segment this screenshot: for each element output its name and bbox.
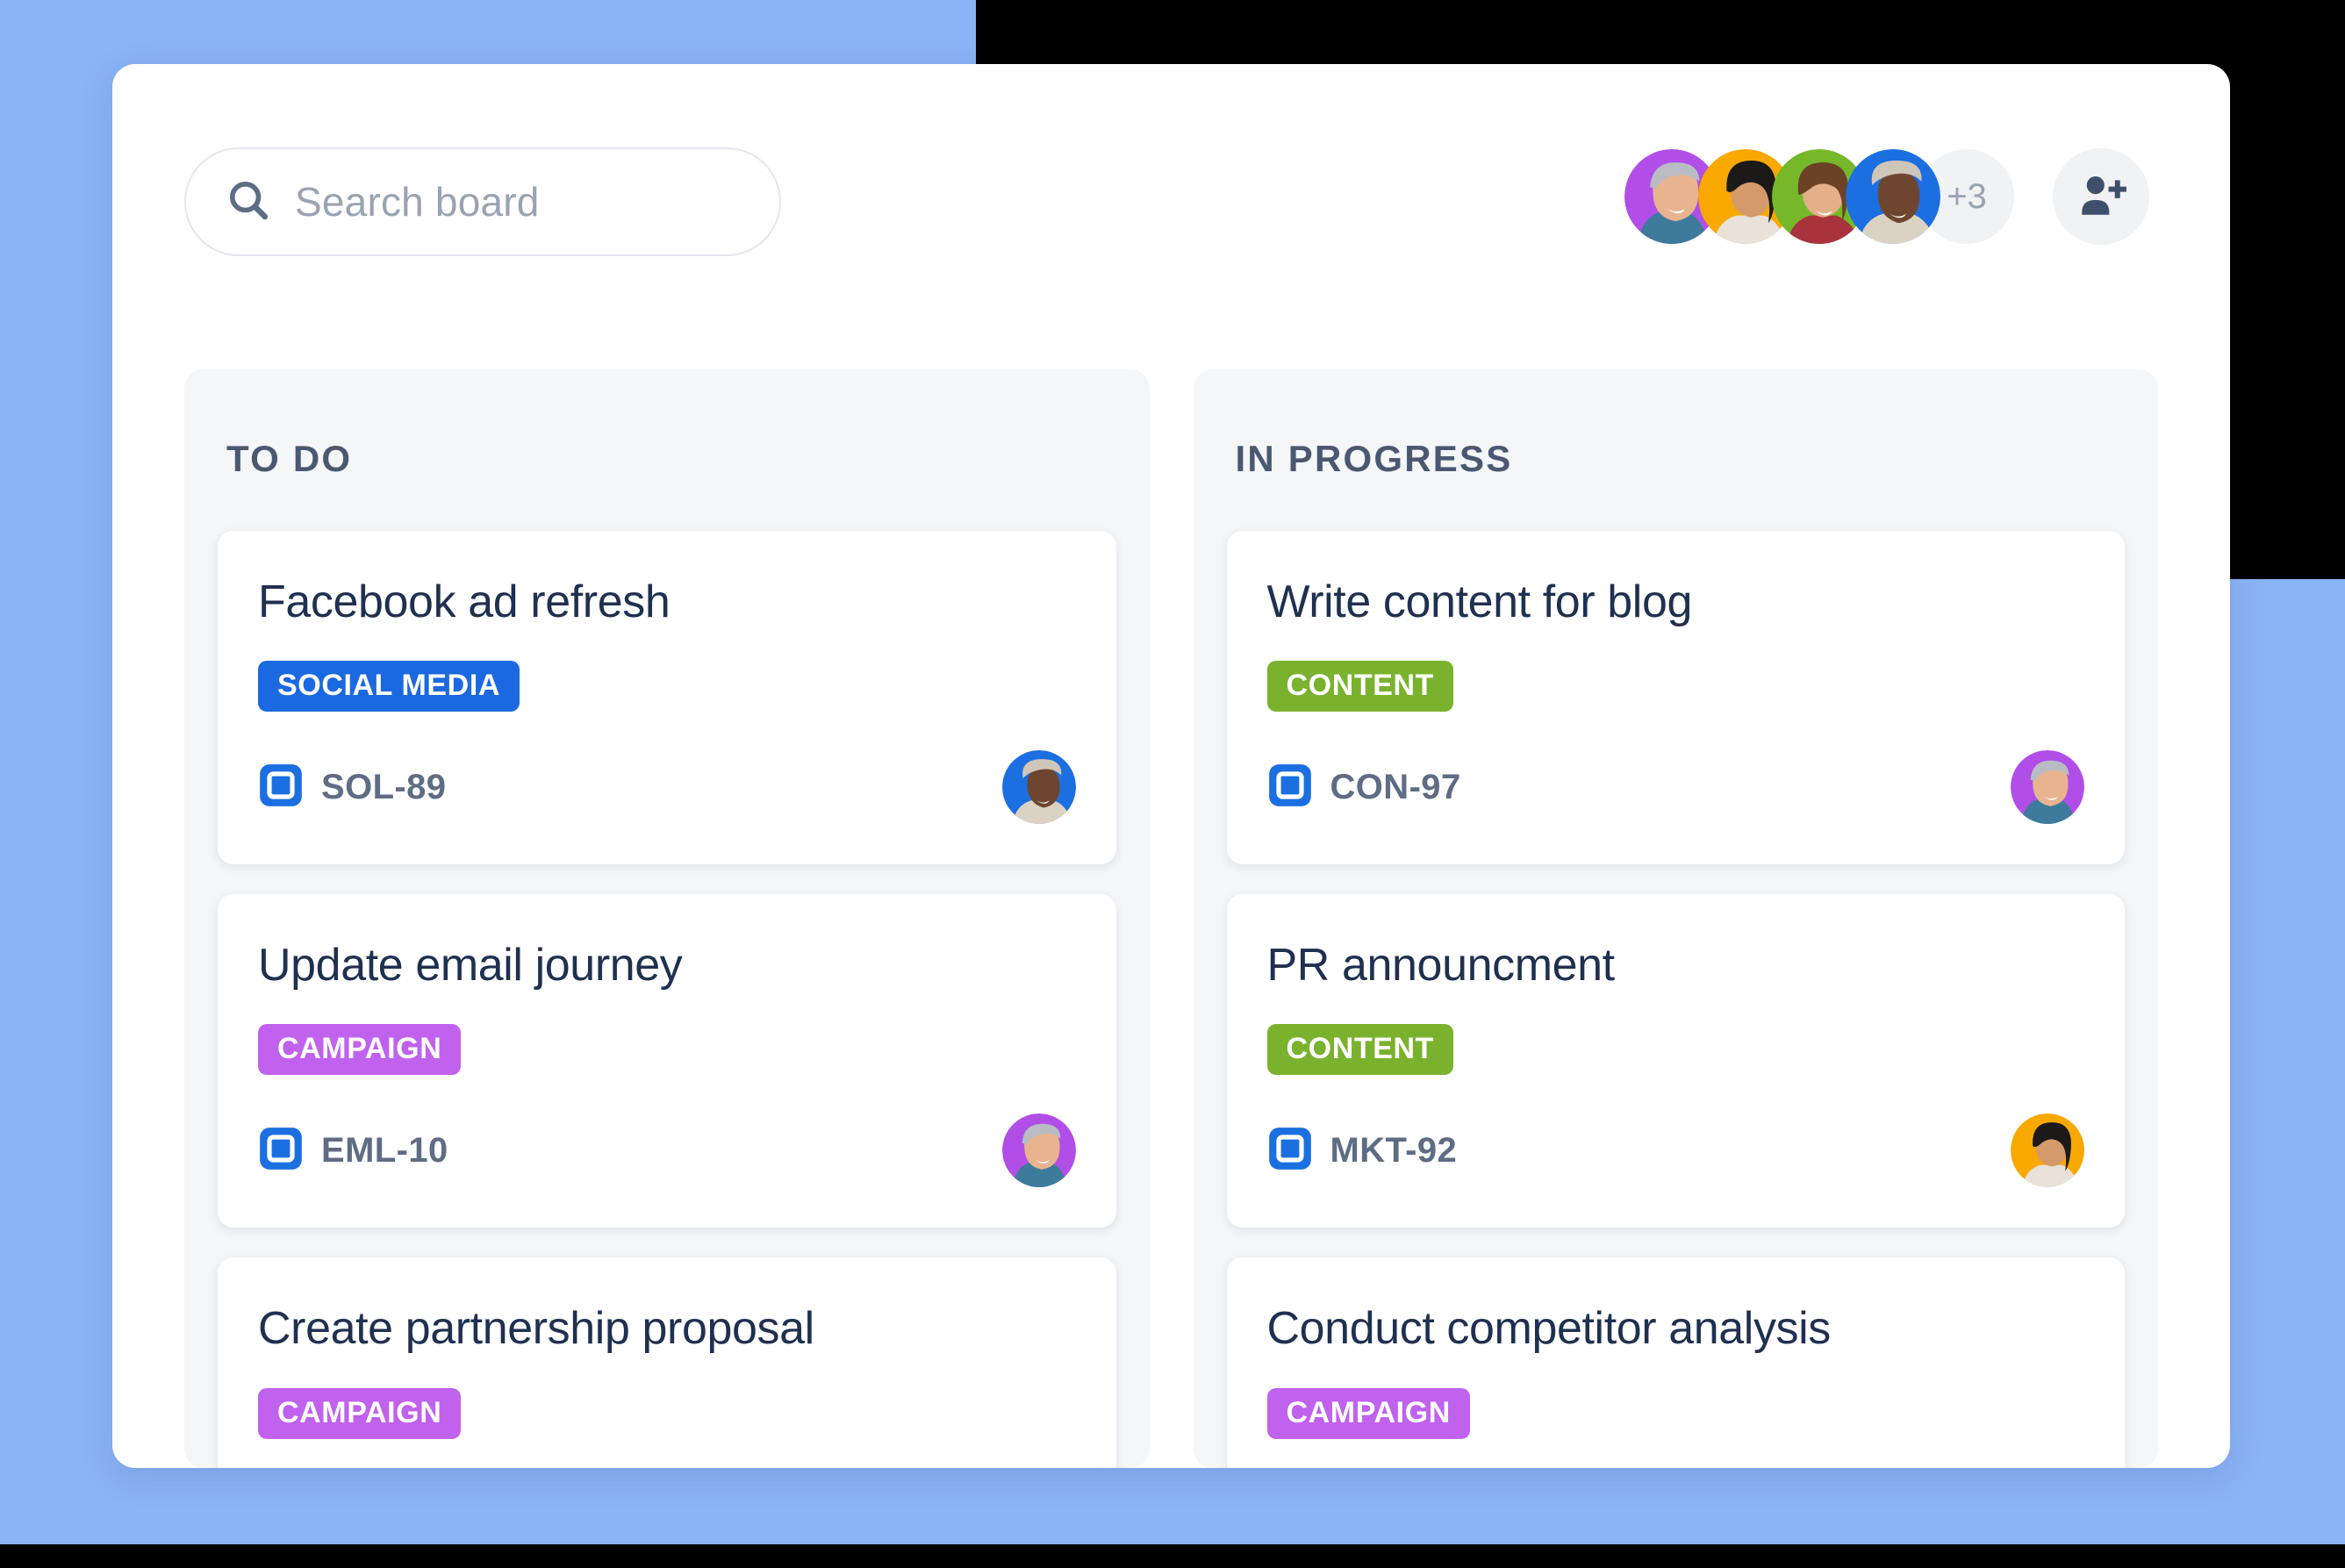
card-label-badge: CAMPAIGN [258,1387,462,1439]
column-title-in-progress: IN PROGRESS [1235,438,1513,479]
board-app-panel: Search board +3 TO DO Facebook ad refres… [112,64,2230,1468]
add-member-button[interactable] [2053,148,2149,245]
task-card[interactable]: PR announcment CONTENT MKT-92 [1226,894,2125,1228]
task-card[interactable]: Facebook ad refresh SOCIAL MEDIA SOL-89 [218,531,1116,865]
member-avatar-4[interactable] [1846,149,1940,244]
board-toolbar: Search board +3 [112,64,2230,292]
card-avatar-eml-10[interactable] [1001,1113,1076,1188]
card-avatar-mkt-92[interactable] [2011,1113,2084,1188]
card-avatar-con-97[interactable] [2011,750,2084,825]
card-label-badge: CONTENT [1266,1024,1454,1076]
card-title: Update email journey [258,940,683,992]
card-title: Write content for blog [1266,576,1693,627]
card-title: Facebook ad refresh [258,576,671,627]
task-card[interactable]: Update email journey CAMPAIGN EML-10 [218,894,1116,1228]
task-card[interactable]: Conduct competitor analysis CAMPAIGN [1226,1257,2125,1468]
card-meta: MKT-92 [1267,1126,1458,1176]
card-label-badge: CONTENT [1266,661,1454,712]
task-card[interactable]: Write content for blog CONTENT CON-97 [1226,531,2125,865]
search-board-input[interactable]: Search board [184,147,781,256]
card-footer: SOL-89 [258,750,1076,825]
issue-key: SOL-89 [321,767,447,806]
card-footer: CON-97 [1267,750,2084,825]
task-icon [1267,1126,1313,1176]
card-footer: EML-10 [258,1113,1076,1188]
card-footer: MKT-92 [1267,1113,2084,1188]
task-icon [1267,763,1313,813]
card-meta: SOL-89 [258,763,446,813]
board-members: +3 [1624,148,2149,245]
task-icon [258,1126,304,1176]
card-list-in-progress: Write content for blog CONTENT CON-97 PR… [1226,531,2125,1468]
card-title: PR announcment [1266,940,1616,992]
card-title: Conduct competitor analysis [1266,1303,1832,1355]
card-title: Create partnership proposal [258,1303,814,1355]
task-card[interactable]: Create partnership proposal CAMPAIGN [218,1257,1116,1468]
card-label-badge: CAMPAIGN [1266,1387,1470,1439]
card-label-badge: SOCIAL MEDIA [258,661,520,712]
issue-key: CON-97 [1330,767,1461,806]
issue-key: EML-10 [321,1130,448,1170]
card-meta: CON-97 [1267,763,1461,813]
search-icon [225,176,272,228]
card-meta: EML-10 [258,1126,448,1176]
card-avatar-sol-89[interactable] [1001,750,1076,825]
kanban-board: TO DO Facebook ad refresh SOCIAL MEDIA S… [184,369,2158,1468]
card-label-badge: CAMPAIGN [258,1024,462,1076]
search-placeholder-text: Search board [295,179,540,225]
add-person-icon [2074,168,2128,226]
member-avatar-stack: +3 [1624,149,2014,244]
card-list-todo: Facebook ad refresh SOCIAL MEDIA SOL-89 [218,531,1116,1468]
board-column-in-progress: IN PROGRESS Write content for blog CONTE… [1193,369,2158,1468]
task-icon [258,763,304,813]
column-title-todo: TO DO [226,438,353,479]
issue-key: MKT-92 [1330,1130,1458,1170]
board-column-todo: TO DO Facebook ad refresh SOCIAL MEDIA S… [184,369,1150,1468]
